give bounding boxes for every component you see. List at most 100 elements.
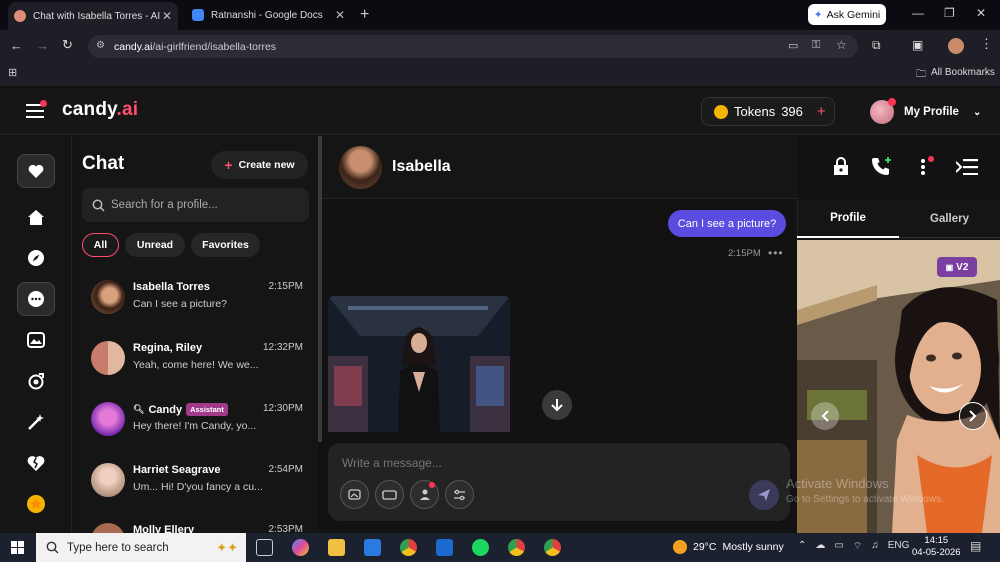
add-tokens-icon[interactable]: +: [817, 103, 826, 120]
file-explorer-icon[interactable]: [328, 539, 345, 556]
home-icon[interactable]: [17, 200, 55, 234]
candy-ai-logo[interactable]: candy.ai: [62, 99, 138, 121]
generate-camera-icon[interactable]: [17, 364, 55, 398]
message-composer: [328, 443, 790, 521]
cloud-icon[interactable]: ☁: [815, 540, 825, 553]
filter-favorites[interactable]: Favorites: [191, 233, 260, 257]
close-tab-icon[interactable]: ✕: [162, 9, 172, 23]
tab-profile[interactable]: Profile: [797, 200, 899, 238]
create-new-button[interactable]: + Create new: [211, 151, 308, 179]
wifi-icon[interactable]: ⌔: [853, 540, 862, 553]
toggle-panel-icon[interactable]: [956, 159, 978, 175]
filter-unread[interactable]: Unread: [125, 233, 185, 257]
premium-star-icon[interactable]: [17, 487, 55, 521]
browser-menu-icon[interactable]: ⋮: [980, 36, 993, 52]
outlook-icon[interactable]: [436, 539, 453, 556]
taskbar-search[interactable]: Type here to search ✦✦: [36, 533, 246, 562]
chrome-active-icon[interactable]: [544, 539, 561, 556]
settings-sliders-icon[interactable]: [445, 480, 474, 509]
close-window-icon[interactable]: ✕: [976, 6, 986, 20]
conversation-preview: Hey there! I'm Candy, yo...: [133, 420, 257, 432]
gallery-image-icon[interactable]: [17, 323, 55, 357]
sidebar-icon[interactable]: ▣: [912, 38, 923, 52]
display-icon[interactable]: ▭: [834, 540, 843, 553]
icon-rail: [0, 136, 72, 533]
my-profile-button[interactable]: My Profile ⌄: [870, 98, 981, 124]
back-icon[interactable]: ←: [10, 38, 23, 53]
address-bar[interactable]: ⚙ candy.ai/ai-girlfriend/isabella-torres…: [88, 35, 858, 58]
chat-partner-name[interactable]: Isabella: [392, 158, 451, 176]
weather-text: Mostly sunny: [722, 541, 784, 553]
message-input[interactable]: [342, 454, 762, 472]
list-item[interactable]: Regina, Riley Yeah, come here! We we... …: [91, 339, 303, 383]
browser-avatar[interactable]: [948, 38, 964, 54]
chrome-profile-icon[interactable]: [508, 539, 525, 556]
install-app-icon[interactable]: ▭: [788, 39, 798, 52]
image-request-icon[interactable]: [340, 480, 369, 509]
copilot-icon[interactable]: [292, 539, 309, 556]
filter-all[interactable]: All: [82, 233, 119, 257]
ask-gemini-button[interactable]: ✦ Ask Gemini: [808, 4, 886, 25]
send-button[interactable]: [749, 480, 779, 510]
url-path: /ai-girlfriend/isabella-torres: [152, 40, 277, 53]
list-item[interactable]: Harriet Seagrave Um... Hi! D'you fancy a…: [91, 461, 303, 505]
avatar[interactable]: [339, 146, 382, 189]
notifications-icon[interactable]: ▤: [970, 539, 981, 553]
profile-search[interactable]: Search for a profile...: [82, 188, 309, 222]
gemini-icon: ✦: [813, 8, 823, 21]
conversation-time: 12:30PM: [262, 403, 303, 414]
search-input[interactable]: Search for a profile...: [111, 199, 218, 211]
hamburger-menu-icon[interactable]: [26, 100, 47, 118]
more-options-icon[interactable]: [920, 156, 934, 176]
volume-icon[interactable]: ♫: [871, 540, 879, 553]
video-request-icon[interactable]: [375, 480, 404, 509]
version-badge: ▣ V2: [937, 257, 977, 277]
store-icon[interactable]: [364, 539, 381, 556]
bookmark-star-icon[interactable]: ☆: [836, 38, 847, 52]
clock[interactable]: 14:15 04-05-2026: [912, 535, 961, 559]
task-view-icon[interactable]: [256, 539, 273, 556]
favorites-heart-icon[interactable]: [17, 154, 55, 188]
tab-chat-isabella[interactable]: Chat with Isabella Torres - AI G… ✕: [8, 2, 178, 30]
extensions-icon[interactable]: ⧉: [872, 38, 881, 53]
apps-grid-icon[interactable]: ⊞: [8, 66, 17, 79]
magic-wand-icon[interactable]: [17, 405, 55, 439]
tab-gallery[interactable]: Gallery: [899, 200, 1000, 238]
list-item[interactable]: Molly Ellery 2:53PM: [91, 521, 303, 533]
explore-compass-icon[interactable]: [17, 241, 55, 275]
forward-icon[interactable]: →: [36, 38, 49, 53]
next-photo-button[interactable]: [959, 402, 987, 430]
site-info-icon[interactable]: ⚙: [96, 40, 105, 51]
list-item[interactable]: Isabella Torres Can I see a picture? 2:1…: [91, 278, 303, 322]
all-bookmarks[interactable]: 🗀 All Bookmarks: [916, 67, 995, 84]
minimize-icon[interactable]: —: [912, 6, 924, 20]
call-phone-icon[interactable]: [871, 156, 893, 176]
maximize-icon[interactable]: ❐: [944, 6, 955, 20]
spotify-icon[interactable]: [472, 539, 489, 556]
previous-photo-button[interactable]: [811, 402, 839, 430]
url-host: candy.ai: [114, 40, 153, 53]
received-image[interactable]: [328, 296, 510, 432]
chat-bubble-icon[interactable]: [17, 282, 55, 316]
reload-icon[interactable]: ↻: [62, 37, 73, 53]
ask-gemini-label: Ask Gemini: [826, 8, 881, 21]
voice-request-icon[interactable]: [410, 480, 439, 509]
list-item[interactable]: 🔍︎ Candy Assistant Hey there! I'm Candy,…: [91, 400, 303, 444]
scroll-down-button[interactable]: [542, 390, 572, 420]
chevron-up-icon[interactable]: ⌃: [798, 540, 806, 553]
avatar: [91, 341, 125, 375]
language-indicator[interactable]: ENG: [888, 540, 910, 553]
conversation-name: 🔍︎ Candy Assistant: [133, 403, 228, 416]
password-key-icon[interactable]: ⚿: [812, 39, 820, 52]
message-options-icon[interactable]: •••: [768, 246, 784, 260]
tokens-button[interactable]: Tokens 396 +: [701, 97, 835, 126]
chrome-icon[interactable]: [400, 539, 417, 556]
broken-heart-icon[interactable]: [17, 446, 55, 480]
weather-widget[interactable]: 29°C Mostly sunny: [673, 540, 784, 554]
lock-icon[interactable]: [832, 156, 850, 176]
avatar: [91, 402, 125, 436]
new-tab-icon[interactable]: +: [360, 6, 369, 24]
tab-google-docs[interactable]: Ratnanshi - Google Docs ✕: [186, 0, 351, 30]
windows-start-icon[interactable]: [11, 541, 24, 554]
close-tab-icon[interactable]: ✕: [335, 8, 345, 22]
